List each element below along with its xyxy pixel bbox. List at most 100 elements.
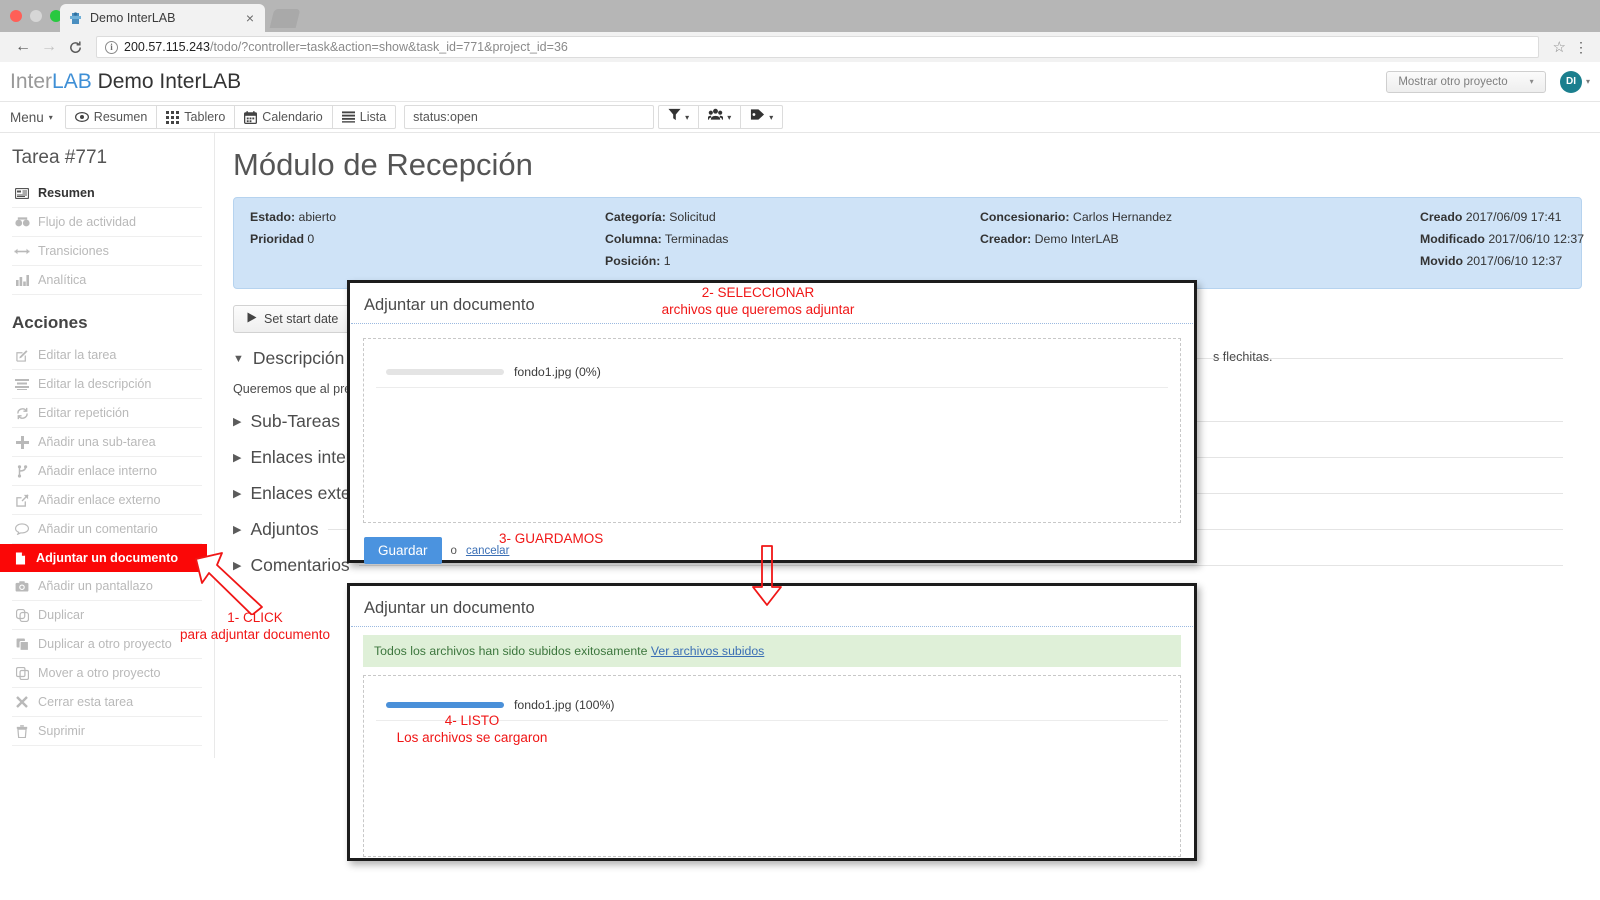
set-start-date-label: Set start date: [264, 312, 339, 326]
description-text-left: Queremos que al pres: [233, 382, 358, 396]
chrome-menu-icon[interactable]: ⋮: [1574, 40, 1588, 54]
sidebar-item-transiciones[interactable]: Transiciones: [12, 237, 202, 266]
app-brand[interactable]: InterLAB Demo InterLAB: [10, 70, 241, 94]
save-button[interactable]: Guardar: [364, 537, 442, 564]
sidebar-action-adjuntar-un-documento[interactable]: Adjuntar un documento: [0, 544, 207, 572]
info-prioridad: Prioridad 0: [250, 232, 605, 246]
calendar-icon: [244, 110, 258, 124]
users-dropdown-button[interactable]: ▾: [699, 106, 742, 128]
view-uploaded-files-link[interactable]: Ver archivos subidos: [651, 644, 764, 658]
sidebar-item-resumen[interactable]: Resumen: [12, 179, 202, 208]
info-column-dates: Creado 2017/06/09 17:41 Modificado 2017/…: [1420, 210, 1584, 276]
filter-dropdown-button[interactable]: ▾: [659, 106, 700, 128]
tab-lista[interactable]: Lista: [333, 106, 395, 128]
sidebar-action-mover-a-otro-proyecto[interactable]: Mover a otro proyecto: [12, 659, 202, 688]
sidebar-item-flujo-de-actividad[interactable]: Flujo de actividad: [12, 208, 202, 237]
sidebar-actions-heading: Acciones: [12, 313, 88, 332]
annotation-step-1-line2: para adjuntar documento: [179, 627, 331, 642]
sidebar-item-analitica[interactable]: Analítica: [12, 266, 202, 295]
sidebar-action-anadir-enlace-externo[interactable]: Añadir enlace externo: [12, 486, 202, 515]
users-icon: [707, 108, 725, 126]
tab-calendario[interactable]: Calendario: [235, 106, 333, 128]
info-categoria: Categoría: Solicitud: [605, 210, 980, 224]
attach-document-dialog-uploading: Adjuntar un documento fondo1.jpg (0%) Gu…: [347, 280, 1197, 564]
search-input[interactable]: status:open: [404, 105, 655, 129]
tab-tablero[interactable]: Tablero: [157, 106, 236, 128]
annotation-step-4: 4- LISTO Los archivos se cargaron: [386, 712, 558, 746]
upload-success-banner: Todos los archivos han sido subidos exit…: [363, 635, 1181, 667]
back-button[interactable]: ←: [10, 34, 36, 60]
brand-inter: Inter: [10, 69, 53, 93]
site-info-icon[interactable]: i: [105, 40, 118, 54]
file-icon: [12, 552, 28, 565]
file-dropzone[interactable]: fondo1.jpg (0%): [363, 338, 1181, 523]
tag-icon: [750, 108, 765, 126]
avatar-chevron-down-icon[interactable]: ▾: [1586, 77, 1590, 86]
section-adjuntos-label: Adjuntos: [250, 519, 319, 539]
sidebar-action-editar-la-tarea[interactable]: Editar la tarea: [12, 341, 202, 370]
cancel-link[interactable]: cancelar: [466, 545, 509, 557]
camera-icon: [14, 580, 30, 592]
sidebar-action-editar-la-descripcion[interactable]: Editar la descripción: [12, 370, 202, 399]
tag-dropdown-button[interactable]: ▾: [741, 106, 782, 128]
info-estado: Estado: abierto: [250, 210, 605, 224]
search-input-value: status:open: [413, 110, 478, 124]
sidebar-action-duplicar-proyecto-label: Duplicar a otro proyecto: [38, 637, 172, 651]
annotation-arrow-to-attach-action: [195, 552, 263, 615]
sidebar-action-anadir-un-comentario[interactable]: Añadir un comentario: [12, 515, 202, 544]
project-switcher-button[interactable]: Mostrar otro proyecto ▾: [1385, 70, 1546, 93]
upload-row-divider: [376, 387, 1168, 388]
sidebar-action-anadir-un-pantallazo[interactable]: Añadir un pantallazo: [12, 572, 202, 601]
file-dropzone-complete[interactable]: fondo1.jpg (100%): [363, 675, 1181, 857]
page-title: Módulo de Recepción: [233, 147, 533, 182]
section-descripcion-label: Descripción: [252, 348, 345, 368]
browser-tab[interactable]: Demo InterLAB ×: [60, 4, 265, 32]
eye-icon: [74, 111, 89, 123]
reload-button[interactable]: [62, 34, 88, 60]
info-modificado: Modificado 2017/06/10 12:37: [1420, 232, 1584, 246]
menu-dropdown-button[interactable]: Menu ▾: [10, 110, 53, 125]
bookmark-star-icon[interactable]: ☆: [1553, 38, 1566, 56]
info-posicion: Posición: 1: [605, 254, 980, 268]
annotation-step-2-line1: 2- SELECCIONAR: [701, 285, 815, 300]
new-tab-button[interactable]: [269, 9, 301, 28]
uploaded-progress-fill: [386, 702, 504, 708]
sidebar-item-transiciones-label: Transiciones: [38, 244, 109, 258]
minimize-window-button[interactable]: [30, 10, 42, 22]
chevron-right-icon: ▶: [233, 452, 242, 464]
trash-icon: [14, 724, 30, 738]
close-window-button[interactable]: [10, 10, 22, 22]
tab-resumen[interactable]: Resumen: [66, 106, 158, 128]
set-start-date-button[interactable]: Set start date: [233, 305, 353, 333]
sidebar-action-anadir-enlace-interno[interactable]: Añadir enlace interno: [12, 457, 202, 486]
menu-label: Menu: [10, 109, 44, 125]
sidebar-action-suprimir[interactable]: Suprimir: [12, 717, 202, 746]
sidebar-action-mover-proyecto-label: Mover a otro proyecto: [38, 666, 161, 680]
info-creado-value: 2017/06/09 17:41: [1462, 210, 1562, 224]
info-column-people: Concesionario: Carlos Hernandez Creador:…: [980, 210, 1420, 276]
tab-close-icon[interactable]: ×: [243, 11, 257, 25]
list-icon: [341, 111, 355, 123]
url-bar-row: ← → i 200.57.115.243 /todo/?controller=t…: [0, 32, 1600, 62]
upload-progress-bar: [386, 369, 504, 375]
sidebar-action-anadir-una-sub-tarea[interactable]: Añadir una sub-tarea: [12, 428, 202, 457]
tab-calendario-label: Calendario: [262, 110, 323, 124]
info-creador-value: Demo InterLAB: [1031, 232, 1119, 246]
section-sub-tareas-label: Sub-Tareas: [250, 411, 340, 431]
info-column-category: Categoría: Solicitud Columna: Terminadas…: [605, 210, 980, 276]
url-path: /todo/?controller=task&action=show&task_…: [209, 40, 568, 54]
address-bar[interactable]: i 200.57.115.243 /todo/?controller=task&…: [96, 36, 1539, 58]
avatar[interactable]: DI: [1559, 70, 1582, 93]
browser-chrome: Demo InterLAB × ← → i 200.57.115.243 /to…: [0, 0, 1600, 62]
sidebar-action-cerrar-esta-tarea[interactable]: Cerrar esta tarea: [12, 688, 202, 717]
comment-icon: [14, 523, 30, 535]
info-columna-label: Columna:: [605, 232, 662, 246]
info-estado-value: abierto: [295, 210, 337, 224]
uploaded-progress-bar: [386, 702, 504, 708]
sidebar-action-editar-repeticion[interactable]: Editar repetición: [12, 399, 202, 428]
info-creador: Creador: Demo InterLAB: [980, 232, 1420, 246]
forward-button[interactable]: →: [36, 34, 62, 60]
annotation-step-3: 3- GUARDAMOS: [499, 531, 604, 546]
chart-icon: [14, 274, 30, 286]
annotation-step-2: 2- SELECCIONAR archivos que queremos adj…: [650, 284, 866, 318]
